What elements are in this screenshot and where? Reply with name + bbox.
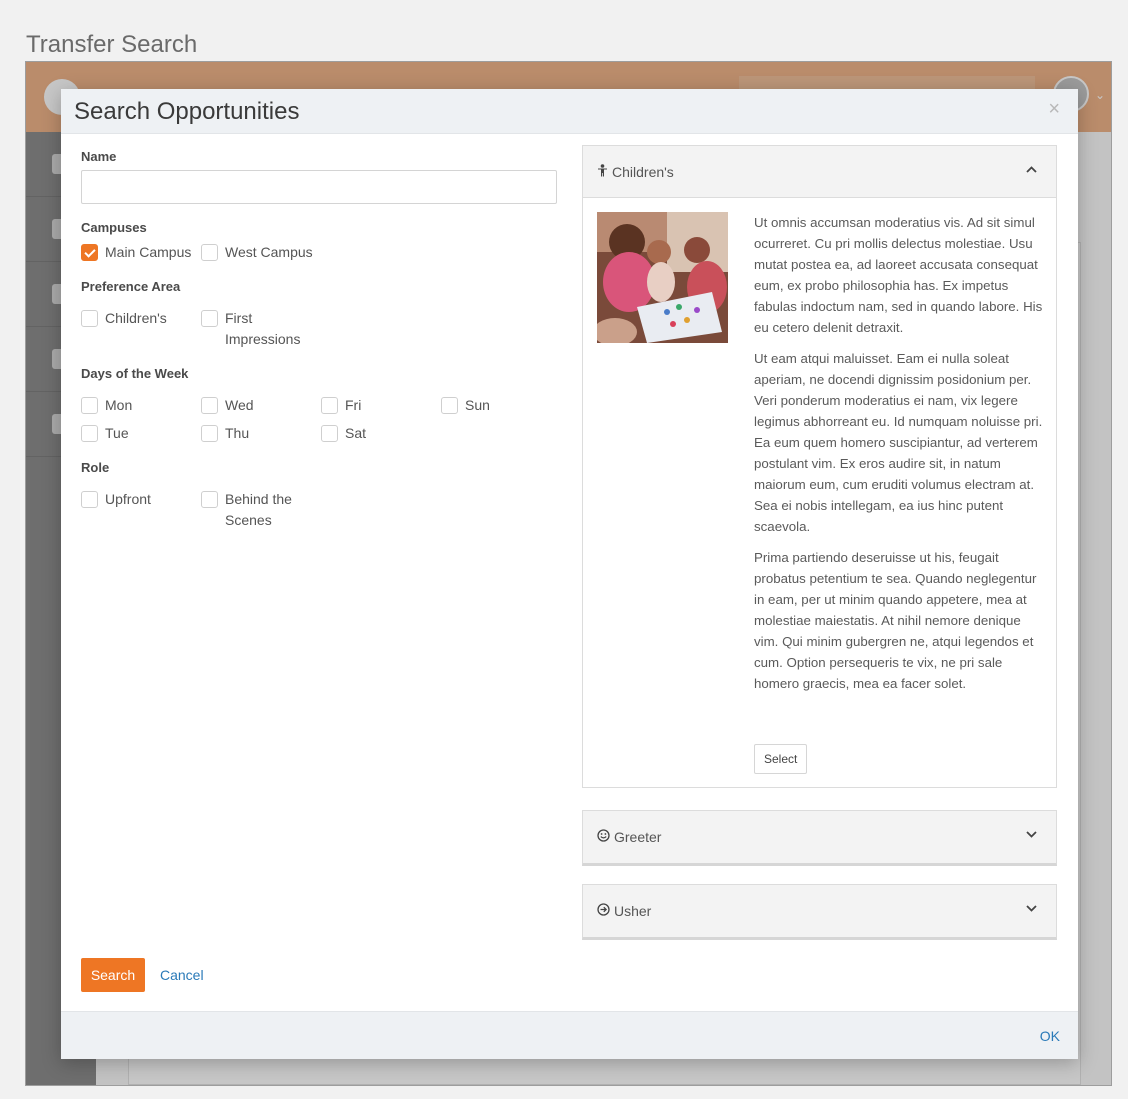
checkbox-checked[interactable] [81, 244, 98, 261]
name-label: Name [81, 149, 117, 164]
checkbox-label: Main Campus [105, 244, 192, 260]
panel-title: Greeter [597, 829, 661, 845]
modal-footer: OK [61, 1011, 1078, 1059]
search-button[interactable]: Search [81, 958, 145, 992]
checkbox-label: First Impressions [225, 310, 301, 347]
role-label: Role [81, 460, 110, 475]
panel-title-text: Greeter [614, 829, 662, 845]
panel-title-text: Children's [612, 164, 674, 180]
checkbox[interactable] [321, 425, 338, 442]
childrens-photo [597, 212, 728, 343]
checkbox-label: Sun [465, 397, 490, 413]
description-paragraph: Prima partiendo deseruisse ut his, feuga… [754, 550, 1037, 691]
checkbox-label: Children's [105, 310, 167, 326]
day-checkbox-tue[interactable]: Tue [81, 425, 129, 444]
checkbox[interactable] [201, 425, 218, 442]
checkbox[interactable] [81, 425, 98, 442]
role-checkbox-behind-the-scenes[interactable]: Behind the Scenes [201, 491, 305, 531]
checkbox[interactable] [201, 310, 218, 327]
checkbox-label: Tue [105, 425, 129, 441]
preference-area-label: Preference Area [81, 279, 181, 294]
arrow-circle-right-icon [597, 903, 610, 919]
campus-checkbox-west[interactable]: West Campus [201, 244, 313, 263]
preference-checkbox-childrens[interactable]: Children's [81, 310, 167, 329]
checkbox-label: Behind the Scenes [225, 491, 292, 528]
panel-header[interactable]: Greeter [583, 811, 1056, 863]
description-paragraph: Ut eam atqui maluisset. Eam ei nulla sol… [754, 351, 1043, 534]
checkbox-label: Upfront [105, 491, 151, 507]
day-checkbox-thu[interactable]: Thu [201, 425, 249, 444]
name-input[interactable] [81, 170, 557, 204]
search-opportunities-modal: Search Opportunities × Name Campuses Mai… [61, 89, 1078, 1059]
checkbox-label: West Campus [225, 244, 313, 260]
day-checkbox-fri[interactable]: Fri [321, 397, 361, 416]
opportunity-panel-usher: Usher [582, 884, 1057, 940]
checkbox-label: Wed [225, 397, 254, 413]
modal-header: Search Opportunities × [61, 89, 1078, 134]
panel-body: Ut omnis accumsan moderatius vis. Ad sit… [583, 198, 1056, 787]
checkbox[interactable] [81, 310, 98, 327]
panel-title-text: Usher [614, 903, 652, 919]
cancel-link[interactable]: Cancel [160, 967, 204, 983]
days-of-week-label: Days of the Week [81, 366, 189, 381]
panel-title: Children's [597, 164, 674, 180]
checkbox-label: Sat [345, 425, 367, 441]
opportunity-panel-childrens: Children's Ut omnis accumsan moderatius … [582, 145, 1057, 788]
checkbox[interactable] [81, 397, 98, 414]
checkbox[interactable] [201, 491, 218, 508]
panel-title: Usher [597, 903, 651, 919]
day-checkbox-sat[interactable]: Sat [321, 425, 366, 444]
day-checkbox-wed[interactable]: Wed [201, 397, 254, 416]
page-title: Transfer Search [26, 31, 198, 58]
day-checkbox-mon[interactable]: Mon [81, 397, 132, 416]
child-icon [597, 164, 608, 180]
panel-header[interactable]: Usher [583, 885, 1056, 937]
opportunity-panel-greeter: Greeter [582, 810, 1057, 866]
chevron-down-icon[interactable] [1026, 831, 1037, 841]
campuses-label: Campuses [81, 220, 147, 235]
opportunity-description: Ut omnis accumsan moderatius vis. Ad sit… [754, 212, 1044, 704]
preference-checkbox-first-impressions[interactable]: First Impressions [201, 310, 305, 350]
checkbox[interactable] [201, 397, 218, 414]
panel-header[interactable]: Children's [583, 146, 1056, 198]
close-icon[interactable]: × [1048, 99, 1060, 119]
checkbox-label: Thu [225, 425, 250, 441]
ok-button[interactable]: OK [1040, 1028, 1060, 1044]
modal-title: Search Opportunities [74, 98, 300, 125]
checkbox[interactable] [441, 397, 458, 414]
chevron-down-icon[interactable] [1026, 905, 1037, 915]
chevron-up-icon[interactable] [1026, 166, 1037, 176]
checkbox[interactable] [321, 397, 338, 414]
smile-icon [597, 829, 610, 845]
checkbox-label: Fri [345, 397, 362, 413]
day-checkbox-sun[interactable]: Sun [441, 397, 490, 416]
checkbox-label: Mon [105, 397, 133, 413]
checkbox[interactable] [201, 244, 218, 261]
description-paragraph: Ut omnis accumsan moderatius vis. Ad sit… [754, 215, 1043, 335]
role-checkbox-upfront[interactable]: Upfront [81, 491, 151, 510]
campus-checkbox-main[interactable]: Main Campus [81, 244, 191, 263]
select-button[interactable]: Select [754, 744, 808, 774]
checkbox[interactable] [81, 491, 98, 508]
